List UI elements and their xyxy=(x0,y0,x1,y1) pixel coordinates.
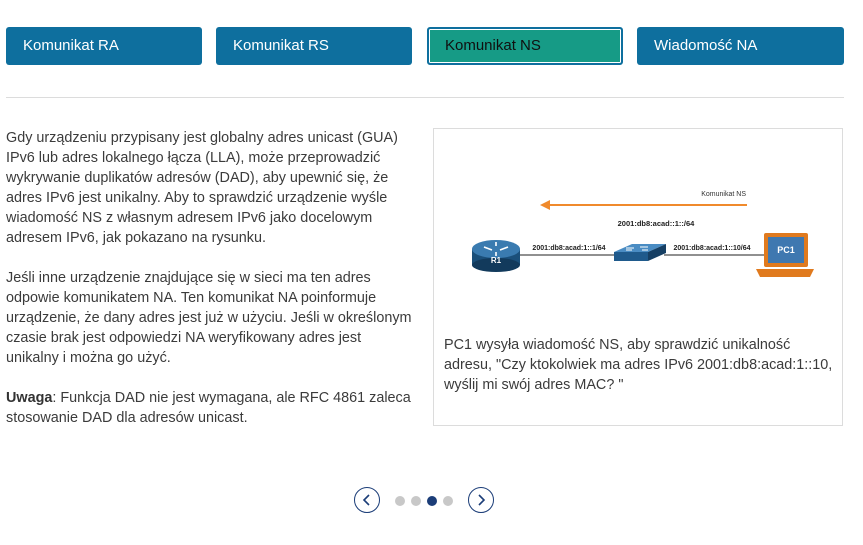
next-button[interactable] xyxy=(468,487,494,513)
body-text: Gdy urządzeniu przypisany jest globalny … xyxy=(6,128,416,448)
pc-icon: PC1 xyxy=(756,233,814,277)
paragraph-response: Jeśli inne urządzenie znajdujące się w s… xyxy=(6,270,412,366)
note-label: Uwaga xyxy=(6,390,53,406)
tab-ra-message[interactable]: Komunikat RA xyxy=(6,27,202,65)
network-diagram: Komunikat NS 2001:db8:acad::1::/64 2001:… xyxy=(472,191,814,277)
paragraph-intro: Gdy urządzeniu przypisany jest globalny … xyxy=(6,130,398,246)
tab-rs-message[interactable]: Komunikat RS xyxy=(216,27,412,65)
tab-na-message[interactable]: Wiadomość NA xyxy=(637,27,844,65)
target-address: 2001:db8:acad::1::/64 xyxy=(618,219,696,228)
router-address: 2001:db8:acad:1::1/64 xyxy=(532,245,605,252)
router-icon: R1 xyxy=(472,240,520,272)
figure-caption: PC1 wysyła wiadomość NS, aby sprawdzić u… xyxy=(444,337,833,393)
ns-arrow-head xyxy=(540,200,550,210)
carousel-pager xyxy=(354,487,497,515)
switch-icon xyxy=(614,244,666,261)
previous-button[interactable] xyxy=(354,487,380,513)
pager-dot-1[interactable] xyxy=(395,496,405,506)
router-label: R1 xyxy=(491,256,502,265)
figure-card: Komunikat NS 2001:db8:acad::1::/64 2001:… xyxy=(433,128,843,426)
pc-label: PC1 xyxy=(777,245,795,255)
pager-dot-2[interactable] xyxy=(411,496,421,506)
pager-dot-3[interactable] xyxy=(427,496,437,506)
note-text: : Funkcja DAD nie jest wymagana, ale RFC… xyxy=(6,390,411,426)
arrow-label: Komunikat NS xyxy=(701,191,746,198)
pager-dot-4[interactable] xyxy=(443,496,453,506)
tab-bar: Komunikat RA Komunikat RS Komunikat NS W… xyxy=(6,27,844,65)
chevron-right-icon xyxy=(478,494,486,506)
paragraph-note: Uwaga: Funkcja DAD nie jest wymagana, al… xyxy=(6,388,416,428)
tab-ns-message[interactable]: Komunikat NS xyxy=(427,27,623,65)
chevron-left-icon xyxy=(362,494,370,506)
section-divider xyxy=(6,97,844,98)
pc-address: 2001:db8:acad:1::10/64 xyxy=(673,245,750,252)
